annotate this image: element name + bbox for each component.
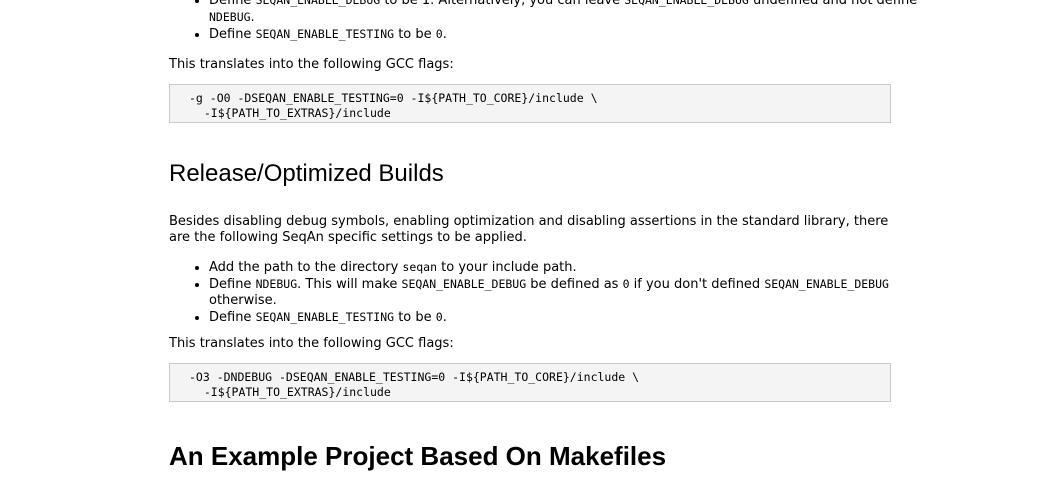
list-item: Add the path to the directory seqan to y… [209,259,931,276]
release-builds-heading: Release/Optimized Builds [169,160,444,187]
list-text: otherwise. [209,293,277,308]
inline-code: NDEBUG [255,277,298,291]
inline-code: 0 [435,27,443,41]
list-item: Define SEQAN_ENABLE_TESTING to be 0. [209,26,931,43]
code-line: -I${PATH_TO_EXTRAS}/include [190,106,391,120]
list-text: undefined and not define [748,0,918,8]
list-item: Define SEQAN_ENABLE_TESTING to be 0. [209,309,931,326]
debug-gcc-flags-code: -g -O0 -DSEQAN_ENABLE_TESTING=0 -I${PATH… [169,84,891,123]
list-text: to your include path. [437,260,577,275]
list-text: to be 1. Alternatively, you can leave [380,0,625,8]
list-text: Define [209,0,256,8]
page: { "section_debug": { "list": [ { "parts"… [0,0,1057,487]
inline-code: SEQAN_ENABLE_DEBUG [401,277,527,291]
inline-code: 0 [435,310,443,324]
debug-settings-list: Define SEQAN_ENABLE_DEBUG to be 1. Alter… [169,0,931,43]
list-item: Define SEQAN_ENABLE_DEBUG to be 1. Alter… [209,0,931,26]
inline-code: SEQAN_ENABLE_DEBUG [255,0,381,7]
list-text: to be [394,27,436,42]
list-text: . [442,310,447,325]
list-text: Add the path to the directory [209,260,403,275]
inline-code: seqan [402,260,438,274]
inline-code: SEQAN_ENABLE_DEBUG [624,0,749,7]
inline-code: SEQAN_ENABLE_TESTING [255,27,395,41]
release-intro-paragraph: Besides disabling debug symbols, enablin… [169,214,889,245]
list-text: . [250,10,255,25]
example-project-heading: An Example Project Based On Makefiles [169,441,667,471]
code-line: -O3 -DNDEBUG -DSEQAN_ENABLE_TESTING=0 -I… [189,370,640,384]
list-text: Define [209,310,256,325]
inline-code: NDEBUG [209,10,251,24]
inline-code: SEQAN_ENABLE_DEBUG [764,277,889,291]
list-text: to be [394,310,436,325]
inline-code: 0 [622,277,630,291]
list-text: be defined as [526,277,623,292]
code-line: -I${PATH_TO_EXTRAS}/include [190,385,391,399]
inline-code: SEQAN_ENABLE_TESTING [255,310,395,324]
list-text: Define [209,277,256,292]
list-text: . This will make [297,277,402,292]
list-text: Define [209,27,256,42]
code-line: -g -O0 -DSEQAN_ENABLE_TESTING=0 -I${PATH… [189,91,598,105]
release-settings-list: Add the path to the directory seqan to y… [169,259,931,326]
list-text: if you don't defined [629,277,765,292]
release-gcc-flags-code: -O3 -DNDEBUG -DSEQAN_ENABLE_TESTING=0 -I… [169,363,891,402]
list-text: . [442,27,447,42]
debug-flags-intro: This translates into the following GCC f… [169,57,454,72]
release-flags-intro: This translates into the following GCC f… [169,336,454,351]
list-item: Define NDEBUG. This will make SEQAN_ENAB… [209,276,931,309]
